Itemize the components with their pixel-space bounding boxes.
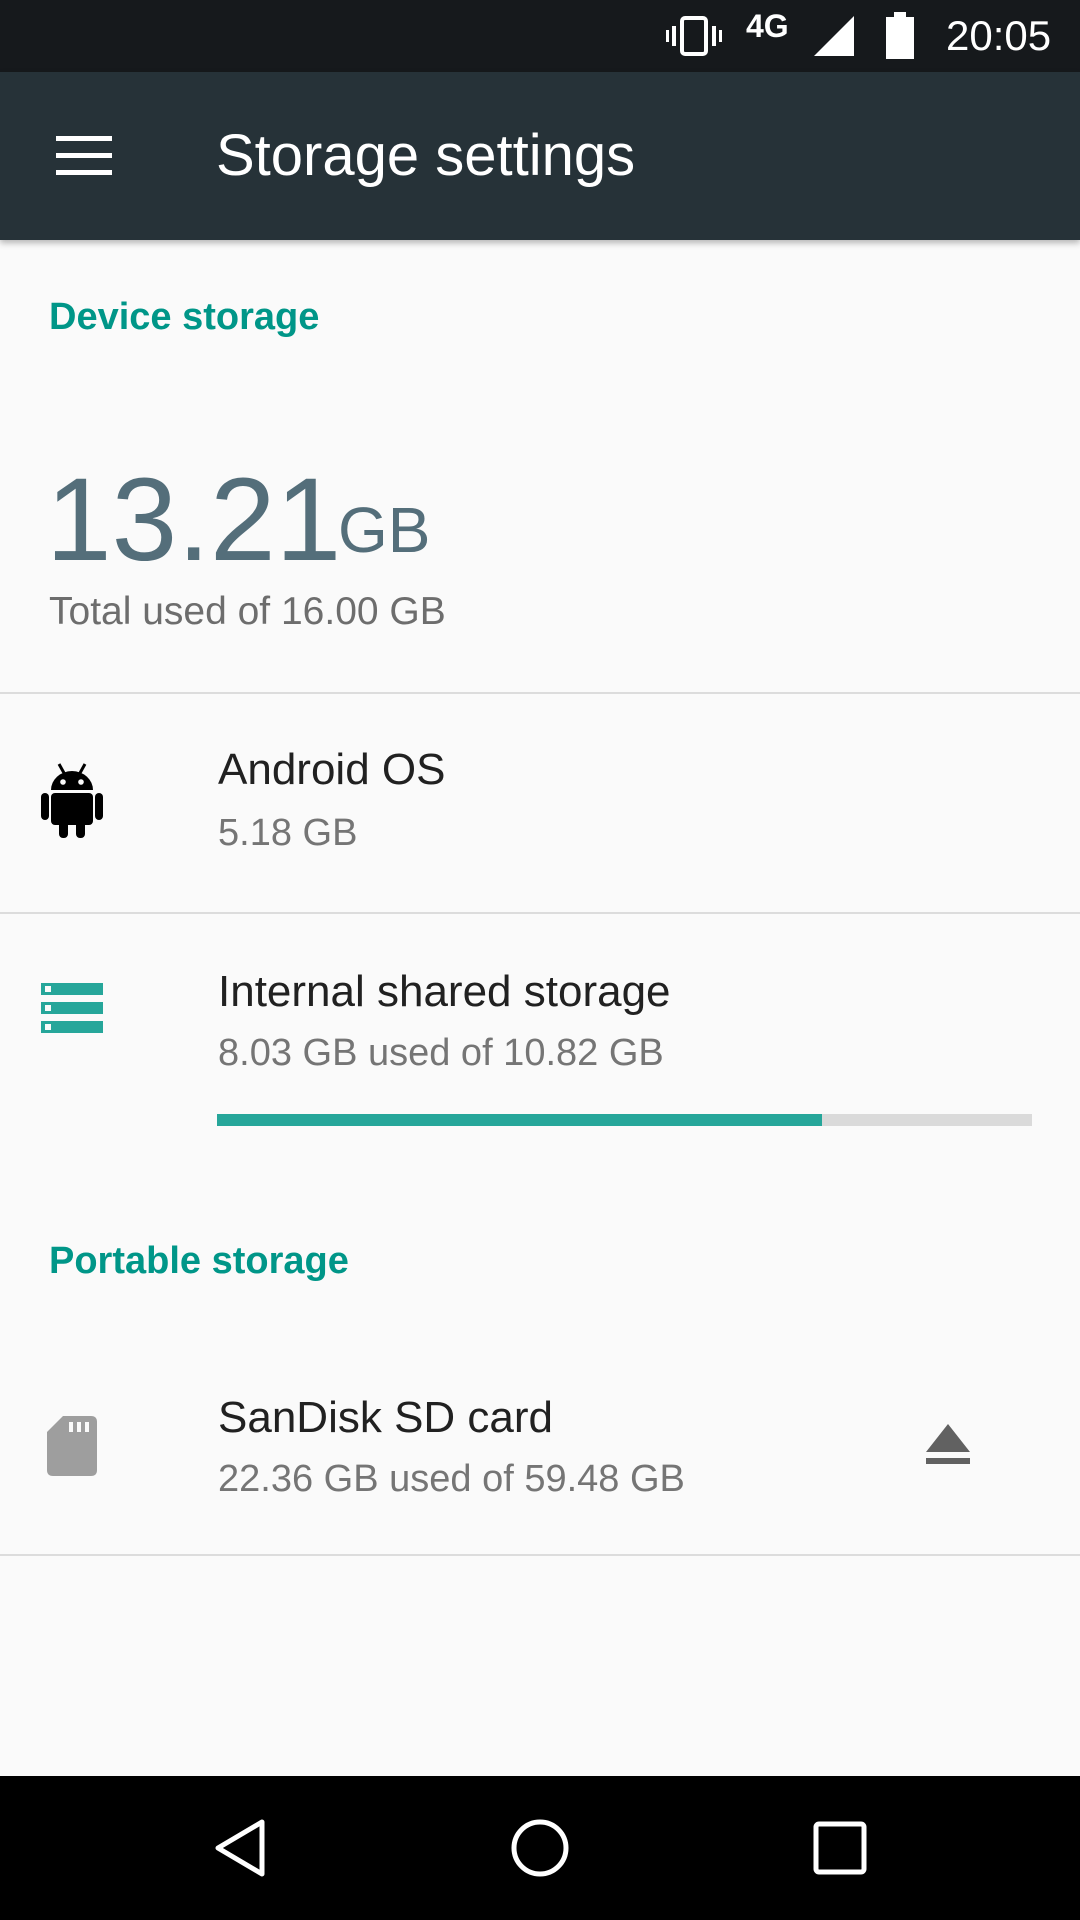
list-item-android-os[interactable]: Android OS 5.18 GB (0, 694, 1080, 912)
used-unit: GB (338, 494, 431, 566)
divider (0, 1554, 1080, 1556)
sd-card-icon (40, 1406, 104, 1486)
home-icon (511, 1819, 569, 1877)
menu-button[interactable] (34, 106, 134, 206)
home-button[interactable] (490, 1798, 590, 1898)
row-subtitle: 8.03 GB used of 10.82 GB (218, 1032, 664, 1074)
status-bar: 4G 20:05 (0, 0, 1080, 72)
navigation-bar (0, 1776, 1080, 1920)
row-subtitle: 22.36 GB used of 59.48 GB (218, 1458, 685, 1500)
summary-label: Total used of 16.00 GB (49, 590, 446, 633)
recents-button[interactable] (790, 1798, 890, 1898)
recents-icon (813, 1821, 867, 1875)
eject-icon (926, 1424, 970, 1464)
row-title: Android OS (218, 745, 446, 794)
back-icon (215, 1819, 265, 1877)
list-item-sd-card[interactable]: SanDisk SD card 22.36 GB used of 59.48 G… (0, 1340, 1080, 1554)
signal-icon (812, 0, 862, 72)
row-subtitle: 5.18 GB (218, 812, 358, 854)
row-title: Internal shared storage (218, 967, 671, 1016)
section-header-device-storage: Device storage (49, 296, 320, 338)
vibrate-icon (666, 0, 726, 72)
android-icon (40, 760, 104, 840)
clock: 20:05 (946, 12, 1052, 59)
back-button[interactable] (190, 1798, 290, 1898)
list-item-internal-storage[interactable]: Internal shared storage 8.03 GB used of … (0, 914, 1080, 1184)
storage-summary: 13.21 GB Total used of 16.00 GB (0, 380, 1080, 692)
page-title: Storage settings (216, 123, 636, 188)
app-bar: Storage settings (0, 72, 1080, 240)
used-value: 13.21 (46, 454, 342, 586)
battery-icon (884, 0, 924, 72)
network-type-label: 4G (746, 8, 789, 44)
row-title: SanDisk SD card (218, 1393, 554, 1442)
storage-progress-bar (217, 1114, 1032, 1126)
eject-button[interactable] (908, 1404, 988, 1484)
hamburger-menu-icon (56, 136, 112, 175)
storage-progress-fill (217, 1114, 822, 1126)
storage-icon (40, 968, 104, 1048)
section-header-portable-storage: Portable storage (49, 1240, 349, 1282)
